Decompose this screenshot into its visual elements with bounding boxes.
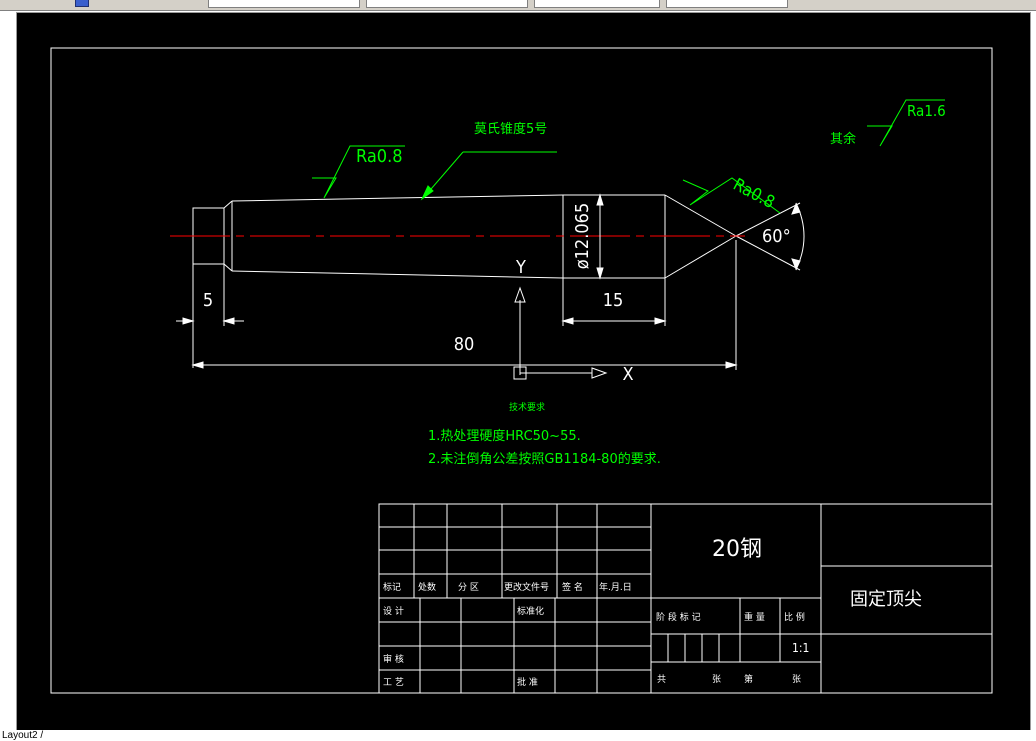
tb-approve: 批 准 (517, 676, 538, 688)
tb-hdr-date: 年.月.日 (599, 581, 632, 593)
dim-5-text: 5 (203, 290, 213, 311)
roughness-top-text: Ra0.8 (356, 146, 403, 167)
tb-weight: 重 量 (744, 611, 765, 623)
ucs-x-label: X (622, 364, 633, 385)
tb-review: 审 核 (383, 653, 404, 665)
ucs-y-label: Y (515, 257, 526, 278)
tb-total: 共 (657, 674, 666, 685)
tb-design: 设 计 (383, 605, 404, 617)
remaining-label: 其余 (830, 131, 856, 147)
layout-tab[interactable]: Layout2 / (2, 731, 43, 741)
tb-process: 工 艺 (383, 677, 404, 688)
taper-leader (420, 151, 557, 201)
dim-diameter-text: ø12.065 (572, 203, 593, 270)
tb-hdr-mark: 标记 (383, 581, 401, 593)
dim-15-text: 15 (603, 290, 624, 311)
tech-req-1: 1.热处理硬度HRC50~55. (428, 428, 581, 444)
tb-hdr-doc: 更改文件号 (504, 581, 549, 593)
tb-hdr-zone: 分 区 (458, 582, 479, 593)
tb-material: 20钢 (712, 537, 762, 562)
tech-req-title: 技术要求 (509, 401, 545, 413)
taper-note-text: 莫氏锥度5号 (474, 121, 547, 137)
roughness-tip-text: Ra0.8 (730, 175, 778, 213)
tech-req-2: 2.未注倒角公差按照GB1184-80的要求. (428, 451, 661, 467)
tb-hdr-count: 处数 (418, 581, 436, 593)
dim-5-lines (176, 264, 244, 368)
tb-part-name: 固定顶尖 (850, 589, 922, 610)
tb-sheet-word: 张 (792, 674, 801, 685)
tb-stage-mark: 阶 段 标 记 (656, 611, 701, 623)
tb-scale-value: 1:1 (792, 641, 809, 655)
cad-drawing[interactable]: ø12.065 60° 5 15 80 Y X Ra0.8 莫氏锥度5号 Ra0… (0, 0, 1036, 741)
remaining-symbol-text: Ra1.6 (907, 102, 946, 120)
tb-page: 第 (744, 673, 753, 685)
angle-arrows (791, 202, 801, 271)
dim-angle-text: 60° (762, 226, 791, 247)
tb-standardize: 标准化 (517, 605, 544, 617)
layout-tab-bar (0, 730, 1036, 741)
tb-hdr-sign: 签 名 (562, 581, 583, 593)
tb-sheets: 张 (712, 674, 721, 685)
tb-scale-label: 比 例 (784, 611, 805, 623)
dim-80-text: 80 (454, 334, 475, 355)
